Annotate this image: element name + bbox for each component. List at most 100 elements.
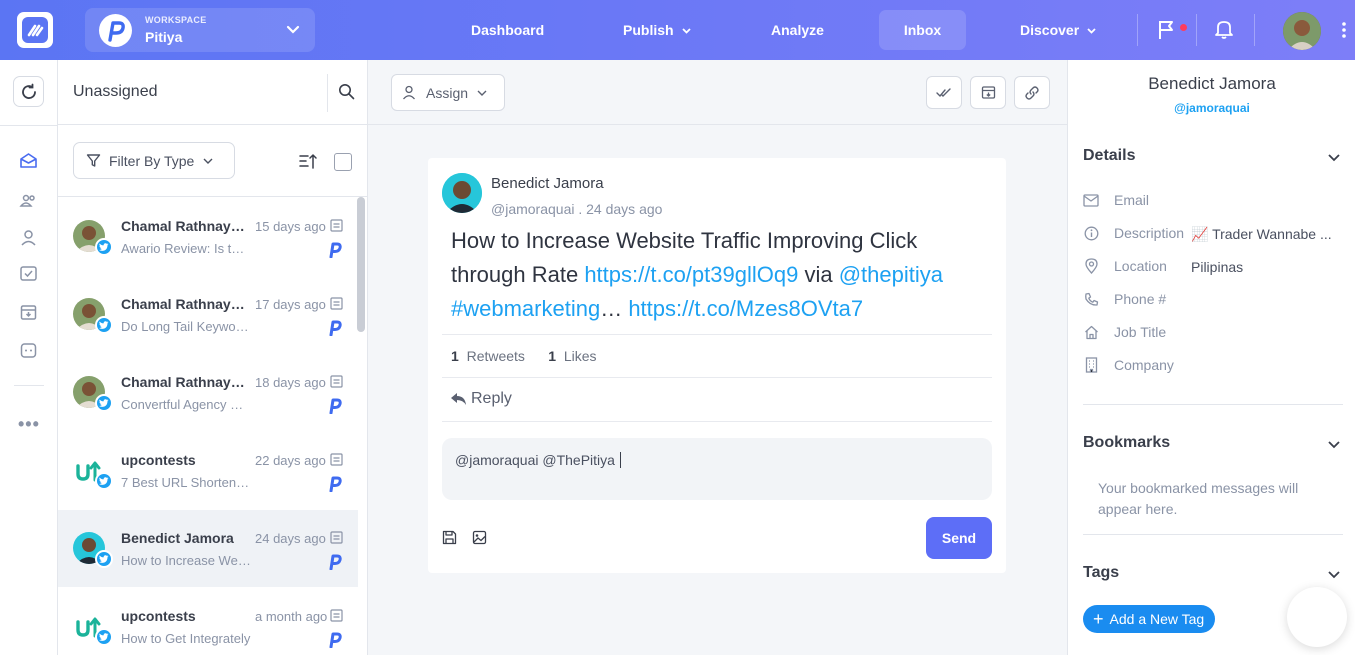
bookmarks-section-title[interactable]: Bookmarks: [1083, 434, 1170, 452]
chat-check-icon[interactable]: [19, 265, 38, 284]
note-icon[interactable]: [330, 453, 343, 466]
pitiya-account-icon: [329, 632, 342, 648]
twitter-icon: [99, 554, 109, 563]
archive-icon[interactable]: [19, 303, 38, 322]
nav-publish[interactable]: Publish: [623, 0, 692, 60]
tweet-link[interactable]: https://t.co/Mzes8OVta7: [628, 296, 863, 321]
chevron-down-icon[interactable]: [1327, 150, 1341, 164]
add-tag-label: Add a New Tag: [1109, 611, 1205, 627]
add-tag-button[interactable]: + Add a New Tag: [1083, 605, 1215, 633]
chevron-down-icon[interactable]: [1327, 437, 1341, 451]
text-cursor: [619, 452, 625, 468]
send-button[interactable]: Send: [926, 517, 992, 559]
sort-icon[interactable]: [299, 153, 318, 170]
conversation-item-selected[interactable]: Benedict Jamora 24 days ago How to Incre…: [58, 510, 358, 587]
message-preview: How to Increase Website Traffic: [121, 553, 251, 568]
team-icon[interactable]: [19, 191, 38, 210]
twitter-badge: [95, 472, 113, 490]
location-value: Pilipinas: [1191, 259, 1244, 275]
bot-icon[interactable]: [19, 341, 38, 360]
conversation-item[interactable]: upcontests a month ago How to Get Integr…: [58, 588, 358, 655]
message-preview: Awario Review: Is this the best tool: [121, 241, 251, 256]
conversation-item[interactable]: Chamal Rathnayake 18 days ago Convertful…: [58, 354, 358, 431]
user-photo: [1283, 12, 1321, 50]
author-name[interactable]: Benedict Jamora: [491, 175, 604, 192]
contact-name: Benedict Jamora: [121, 530, 234, 546]
twitter-icon: [99, 632, 109, 641]
user-icon[interactable]: [19, 228, 38, 247]
chevron-down-icon[interactable]: [1327, 567, 1341, 581]
twitter-icon: [99, 398, 109, 407]
contact-avatar: [73, 376, 113, 412]
contact-name: Chamal Rathnayake: [121, 374, 249, 390]
assign-dropdown[interactable]: Assign: [391, 74, 505, 111]
workspace-name: Pitiya: [145, 29, 183, 45]
nav-analyze[interactable]: Analyze: [771, 0, 824, 60]
save-draft-icon[interactable]: [442, 530, 457, 545]
list-title[interactable]: Unassigned: [73, 83, 158, 101]
chevron-down-icon: [1087, 27, 1096, 34]
conversation-item[interactable]: Chamal Rathnayake 17 days ago Do Long Ta…: [58, 276, 358, 353]
note-icon[interactable]: [330, 375, 343, 388]
more-horizontal-icon[interactable]: •••: [18, 414, 40, 435]
tweet-link[interactable]: https://t.co/pt39gllOq9: [584, 262, 798, 287]
assign-label: Assign: [426, 84, 469, 101]
list-scrollbar[interactable]: [357, 197, 365, 332]
tags-section-title[interactable]: Tags: [1083, 564, 1119, 582]
reply-input-text: @jamoraquai @ThePitiya: [455, 452, 619, 468]
archive-button[interactable]: [970, 76, 1006, 109]
search-icon[interactable]: [338, 83, 355, 100]
conversation-item[interactable]: upcontests 22 days ago 7 Best URL Shorte…: [58, 432, 358, 509]
note-icon[interactable]: [330, 531, 343, 544]
bell-icon[interactable]: [1214, 18, 1234, 40]
phone-icon: [1084, 292, 1098, 306]
contact-avatar: [73, 532, 113, 568]
detail-label: Email: [1114, 192, 1150, 208]
home-icon: [1084, 325, 1098, 339]
likes-count: 1: [548, 348, 557, 364]
twitter-icon: [99, 476, 109, 485]
refresh-button[interactable]: [13, 76, 44, 107]
user-icon: [403, 85, 415, 100]
chevron-down-icon: [681, 27, 691, 34]
workspace-avatar: [99, 14, 132, 47]
tweet-hashtag[interactable]: #webmarketing: [451, 296, 600, 321]
note-icon[interactable]: [330, 609, 343, 622]
help-chat-bubble[interactable]: [1287, 587, 1347, 647]
message-time: 24 days ago: [255, 531, 326, 546]
mark-done-button[interactable]: [926, 76, 962, 109]
app-logo[interactable]: [17, 12, 53, 48]
copy-link-button[interactable]: [1014, 76, 1050, 109]
filter-by-type-dropdown[interactable]: Filter By Type: [73, 142, 235, 179]
more-vertical-icon[interactable]: [1341, 21, 1347, 39]
profile-handle[interactable]: @jamoraquai: [1068, 101, 1355, 115]
note-icon[interactable]: [330, 297, 343, 310]
card-divider: [442, 334, 992, 335]
workspace-label: WORKSPACE: [145, 15, 207, 25]
building-icon: [1085, 357, 1097, 373]
author-avatar: [442, 173, 482, 213]
select-all-checkbox[interactable]: [334, 153, 352, 171]
details-section-title[interactable]: Details: [1083, 147, 1135, 165]
reply-button[interactable]: Reply: [450, 390, 512, 408]
twitter-badge: [95, 550, 113, 568]
workspace-switcher[interactable]: WORKSPACE Pitiya: [85, 8, 315, 52]
contact-avatar: [73, 610, 113, 646]
note-icon[interactable]: [330, 219, 343, 232]
rail-divider: [14, 385, 44, 386]
tweet-mention[interactable]: @thepitiya: [839, 262, 943, 287]
nav-discover[interactable]: Discover: [1020, 0, 1097, 60]
image-icon[interactable]: [472, 530, 487, 545]
nav-inbox[interactable]: Inbox: [879, 10, 966, 50]
pitiya-account-icon: [329, 554, 342, 570]
user-avatar[interactable]: [1283, 12, 1321, 50]
card-divider: [442, 421, 992, 422]
header-divider: [327, 74, 328, 112]
conversation-item[interactable]: Chamal Rathnayake 15 days ago Awario Rev…: [58, 198, 358, 275]
reply-input[interactable]: @jamoraquai @ThePitiya: [442, 438, 992, 500]
nav-dashboard[interactable]: Dashboard: [471, 0, 544, 60]
inbox-mail-icon[interactable]: [19, 151, 38, 170]
contact-profile-panel: Benedict Jamora @jamoraquai Details Emai…: [1067, 60, 1355, 655]
flag-icon[interactable]: [1157, 18, 1177, 40]
location-icon: [1084, 258, 1098, 274]
